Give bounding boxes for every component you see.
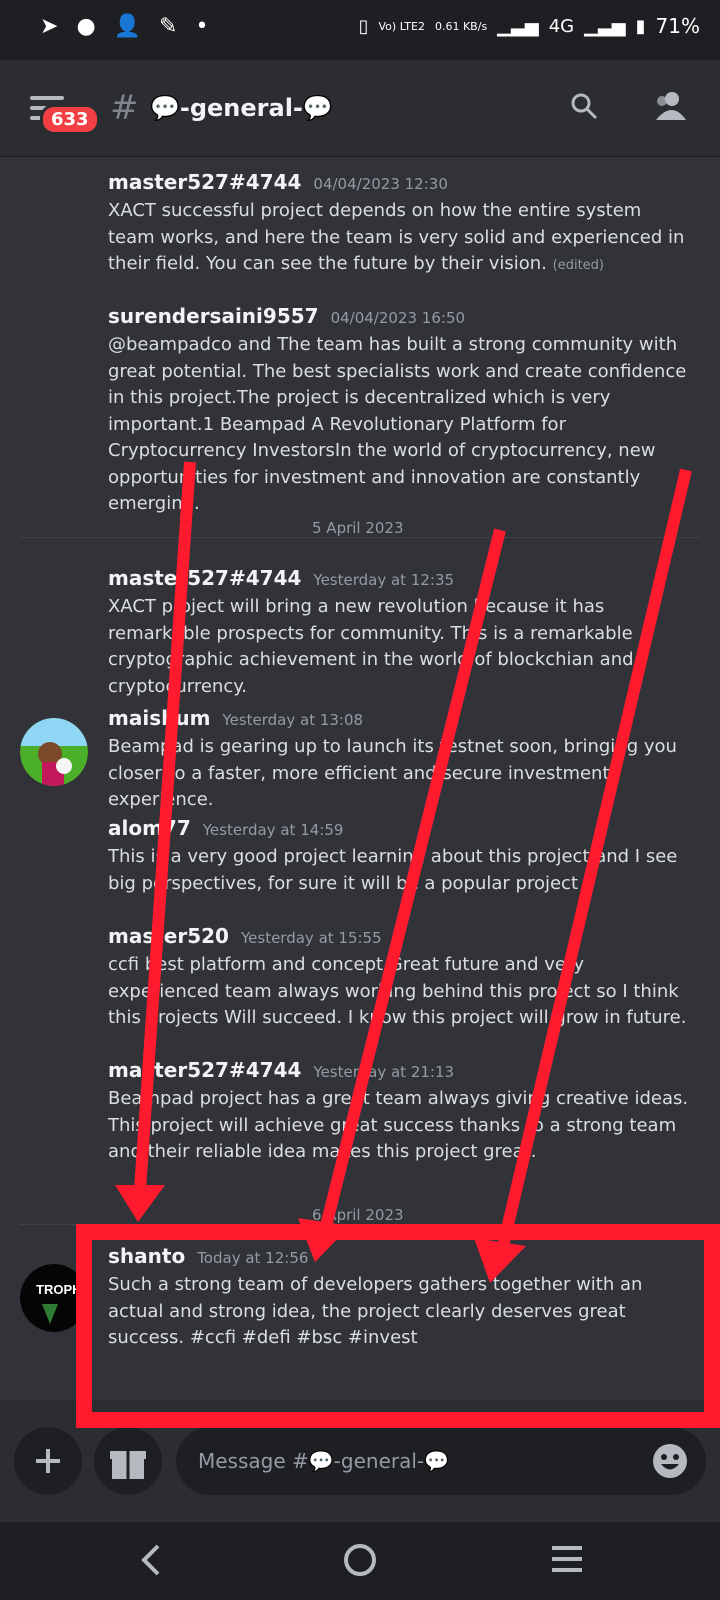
signal-icon: ▁▃▅ bbox=[497, 15, 539, 37]
android-navbar bbox=[0, 1522, 720, 1600]
message-text: This is a very good project learning abo… bbox=[108, 846, 678, 894]
date-divider-label: 6 April 2023 bbox=[300, 1206, 416, 1224]
feather-icon: ✎ bbox=[159, 14, 178, 39]
composer-bar: Message #💬-general-💬 bbox=[0, 1400, 720, 1522]
date-divider bbox=[20, 1224, 700, 1225]
add-button[interactable] bbox=[14, 1427, 82, 1495]
message: master527#4744 Yesterday at 21:13 Beampad… bbox=[108, 1058, 693, 1166]
message-text: ccfi best platform and concept.Great fut… bbox=[108, 954, 687, 1028]
back-icon[interactable] bbox=[136, 1542, 166, 1578]
add-person-icon: 👤 bbox=[113, 14, 142, 39]
timestamp: Yesterday at 13:08 bbox=[222, 711, 364, 729]
timestamp: 04/04/2023 12:30 bbox=[313, 175, 448, 193]
date-divider bbox=[20, 537, 700, 538]
message: master527#4744 04/04/2023 12:30 XACT succ… bbox=[108, 170, 693, 280]
username[interactable]: surendersaini9557 bbox=[108, 304, 319, 328]
search-icon[interactable] bbox=[570, 92, 598, 120]
timestamp: Yesterday at 12:35 bbox=[313, 571, 455, 589]
gift-icon bbox=[110, 1451, 146, 1479]
timestamp: Yesterday at 14:59 bbox=[202, 821, 344, 839]
reddit-icon: ● bbox=[76, 14, 96, 39]
members-icon[interactable] bbox=[650, 90, 686, 122]
channel-name: 💬-general-💬 bbox=[150, 94, 333, 122]
timestamp: Yesterday at 21:13 bbox=[313, 1063, 455, 1081]
message: master527#4744 Yesterday at 12:35 XACT pr… bbox=[108, 566, 693, 700]
message: shanto Today at 12:56 Such a strong team … bbox=[108, 1244, 693, 1352]
message-text: XACT project will bring a new revolution… bbox=[108, 596, 634, 697]
avatar[interactable]: TROPH bbox=[20, 1264, 88, 1332]
date-divider-label: 5 April 2023 bbox=[300, 519, 416, 537]
timestamp: Yesterday at 15:55 bbox=[240, 929, 382, 947]
avatar-text: TROPH bbox=[36, 1282, 82, 1297]
username[interactable]: master520 bbox=[108, 924, 229, 948]
signal2-icon: ▁▃▅ bbox=[584, 15, 626, 37]
message-list[interactable]: master527#4744 04/04/2023 12:30 XACT succ… bbox=[0, 156, 720, 1400]
hash-icon: # bbox=[110, 88, 139, 128]
network-text: 4G bbox=[548, 15, 575, 37]
edited-tag: (edited) bbox=[552, 258, 605, 273]
signal-text: Vo) LTE2 bbox=[378, 19, 425, 33]
status-bar: ➤ ● 👤 ✎ • ▯ Vo) LTE2 0.61 KB/s ▁▃▅ 4G ▁▃… bbox=[0, 0, 720, 60]
recents-icon[interactable] bbox=[550, 1544, 584, 1574]
message: master520 Yesterday at 15:55 ccfi best pl… bbox=[108, 924, 693, 1032]
username[interactable]: master527#4744 bbox=[108, 566, 301, 590]
username[interactable]: master527#4744 bbox=[108, 1058, 301, 1082]
timestamp: 04/04/2023 16:50 bbox=[330, 309, 466, 327]
gift-button[interactable] bbox=[94, 1427, 162, 1495]
vibrate-icon: ▯ bbox=[358, 15, 369, 37]
timestamp: Today at 12:56 bbox=[197, 1249, 309, 1267]
message-text: @beampadco and The team has built a stro… bbox=[108, 334, 687, 514]
message: maishum Yesterday at 13:08 Beampad is gea… bbox=[108, 706, 693, 814]
plus-icon bbox=[36, 1449, 60, 1473]
emoji-icon[interactable] bbox=[652, 1443, 688, 1479]
message: surendersaini9557 04/04/2023 16:50 @beamp… bbox=[108, 304, 693, 518]
avatar[interactable] bbox=[20, 718, 88, 786]
telegram-icon: ➤ bbox=[40, 14, 59, 39]
message-placeholder: Message #💬-general-💬 bbox=[198, 1449, 450, 1473]
battery-text: 71% bbox=[655, 14, 700, 38]
username[interactable]: shanto bbox=[108, 1244, 185, 1268]
battery-icon: ▮ bbox=[635, 15, 646, 37]
message-text: Beampad is gearing up to launch its test… bbox=[108, 736, 677, 810]
speed-text: 0.61 KB/s bbox=[434, 19, 488, 33]
username[interactable]: master527#4744 bbox=[108, 170, 301, 194]
channel-header: 633 # 💬-general-💬 bbox=[0, 60, 720, 157]
username[interactable]: alom77 bbox=[108, 816, 191, 840]
message-input[interactable]: Message #💬-general-💬 bbox=[176, 1427, 706, 1495]
dot-icon: • bbox=[195, 14, 209, 39]
unread-badge: 633 bbox=[40, 104, 100, 135]
message-text: Such a strong team of developers gathers… bbox=[108, 1274, 643, 1348]
home-icon[interactable] bbox=[342, 1542, 378, 1578]
message: alom77 Yesterday at 14:59 This is a very … bbox=[108, 816, 693, 897]
message-text: Beampad project has a great team always … bbox=[108, 1088, 689, 1162]
username[interactable]: maishum bbox=[108, 706, 210, 730]
